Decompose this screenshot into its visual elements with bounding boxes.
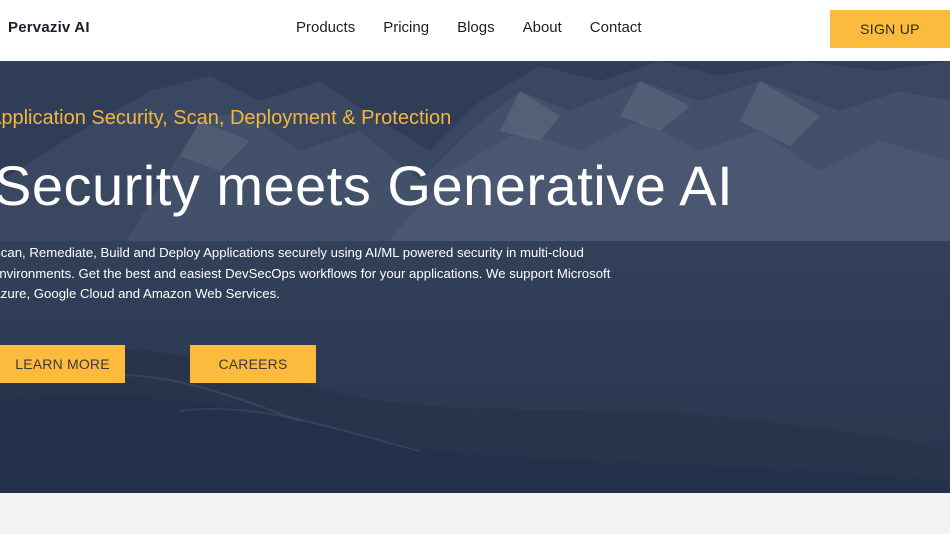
- learn-more-button[interactable]: LEARN MORE: [0, 345, 125, 383]
- main-nav: Products Pricing Blogs About Contact: [296, 19, 642, 36]
- careers-button[interactable]: CAREERS: [190, 345, 316, 383]
- sign-up-button[interactable]: SIGN UP: [830, 10, 950, 48]
- hero-section: Application Security, Scan, Deployment &…: [0, 61, 950, 493]
- nav-about[interactable]: About: [523, 19, 562, 36]
- logo[interactable]: Pervaziv AI: [8, 19, 90, 36]
- nav-blogs[interactable]: Blogs: [457, 19, 495, 36]
- nav-pricing[interactable]: Pricing: [383, 19, 429, 36]
- next-section: [0, 493, 950, 534]
- hero-kicker: Application Security, Scan, Deployment &…: [0, 107, 452, 129]
- hero-description-line: Scan, Remediate, Build and Deploy Applic…: [0, 245, 584, 260]
- hero-description: Scan, Remediate, Build and Deploy Applic…: [0, 243, 611, 305]
- hero-description-line: Azure, Google Cloud and Amazon Web Servi…: [0, 286, 280, 301]
- nav-contact[interactable]: Contact: [590, 19, 642, 36]
- site-header: Pervaziv AI Products Pricing Blogs About…: [0, 0, 950, 61]
- nav-products[interactable]: Products: [296, 19, 355, 36]
- hero-description-line: environments. Get the best and easiest D…: [0, 265, 611, 281]
- hero-title: Security meets Generative AI: [0, 154, 734, 217]
